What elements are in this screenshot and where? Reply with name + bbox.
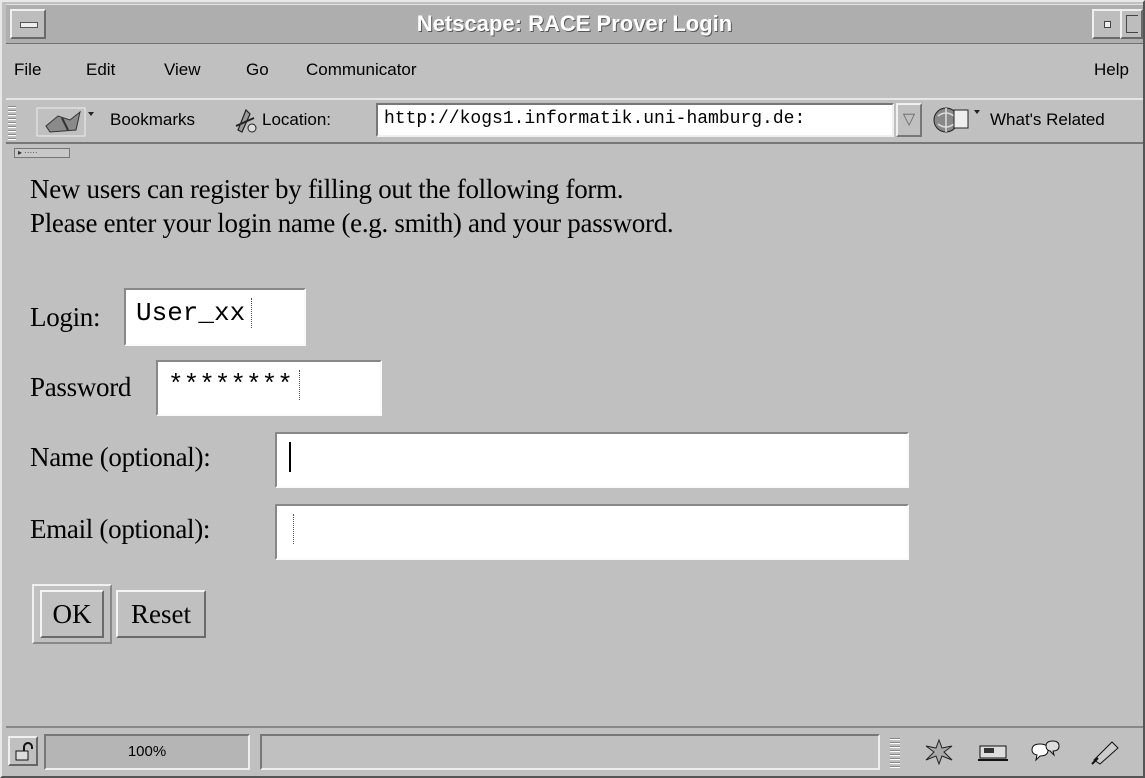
composer-icon[interactable] bbox=[1088, 738, 1122, 766]
menu-help[interactable]: Help bbox=[1094, 60, 1129, 80]
menu-view[interactable]: View bbox=[164, 60, 201, 80]
location-label: Location: bbox=[262, 110, 331, 129]
whats-related-label[interactable]: What's Related bbox=[990, 110, 1105, 130]
password-label: Password bbox=[30, 372, 132, 402]
menu-bar: File Edit View Go Communicator Help bbox=[6, 54, 1143, 90]
bookmarks-icon[interactable] bbox=[36, 104, 106, 140]
reset-button[interactable]: Reset bbox=[116, 590, 206, 638]
progress-indicator: 100% bbox=[44, 734, 250, 770]
toolbar-grip[interactable] bbox=[8, 104, 16, 140]
login-input[interactable]: User_xx bbox=[124, 288, 306, 346]
location-toolbar: Bookmarks Location: http://kogs1.informa… bbox=[6, 98, 1143, 144]
name-label: Name (optional): bbox=[30, 442, 211, 472]
name-input[interactable] bbox=[275, 432, 909, 488]
window-title: Netscape: RACE Prover Login bbox=[416, 11, 733, 36]
padlock-icon[interactable] bbox=[8, 736, 38, 766]
email-label: Email (optional): bbox=[30, 514, 211, 544]
bookmarks-label[interactable]: Bookmarks bbox=[110, 110, 195, 130]
mail-icon[interactable] bbox=[976, 738, 1010, 766]
intro-line-2: Please enter your login name (e.g. smith… bbox=[30, 208, 674, 238]
password-value: ******** bbox=[168, 370, 293, 400]
component-bar-grip[interactable] bbox=[890, 738, 900, 768]
maximize-button[interactable] bbox=[1120, 9, 1143, 39]
location-icon bbox=[232, 106, 260, 139]
menu-communicator[interactable]: Communicator bbox=[306, 60, 417, 80]
ok-button[interactable]: OK bbox=[40, 590, 104, 638]
toolbar-collapse-tab[interactable]: ▸ ····· bbox=[14, 148, 70, 158]
whats-related-icon[interactable] bbox=[930, 104, 990, 141]
location-url-input[interactable]: http://kogs1.informatik.uni-hamburg.de: bbox=[376, 103, 894, 137]
title-bar[interactable]: Netscape: RACE Prover Login bbox=[6, 4, 1143, 44]
menu-edit[interactable]: Edit bbox=[86, 60, 115, 80]
email-input[interactable] bbox=[275, 504, 909, 560]
text-cursor-icon bbox=[293, 514, 295, 545]
navigator-icon[interactable] bbox=[922, 738, 956, 766]
menu-file[interactable]: File bbox=[14, 60, 41, 80]
login-label: Login: bbox=[30, 302, 101, 332]
status-bar: 100% bbox=[6, 726, 1143, 774]
text-cursor-icon bbox=[251, 298, 253, 329]
location-dropdown-icon[interactable]: ▽ bbox=[896, 103, 922, 137]
status-text bbox=[260, 734, 880, 770]
minimize-button[interactable] bbox=[1092, 9, 1122, 39]
password-input[interactable]: ******** bbox=[156, 360, 382, 416]
menu-go[interactable]: Go bbox=[246, 60, 269, 80]
text-cursor-icon bbox=[298, 370, 301, 401]
login-value: User_xx bbox=[136, 298, 246, 328]
discussion-icon[interactable] bbox=[1028, 738, 1062, 766]
intro-line-1: New users can register by filling out th… bbox=[30, 174, 624, 204]
text-cursor-icon bbox=[289, 442, 291, 473]
browser-window: Netscape: RACE Prover Login File Edit Vi… bbox=[0, 0, 1145, 778]
